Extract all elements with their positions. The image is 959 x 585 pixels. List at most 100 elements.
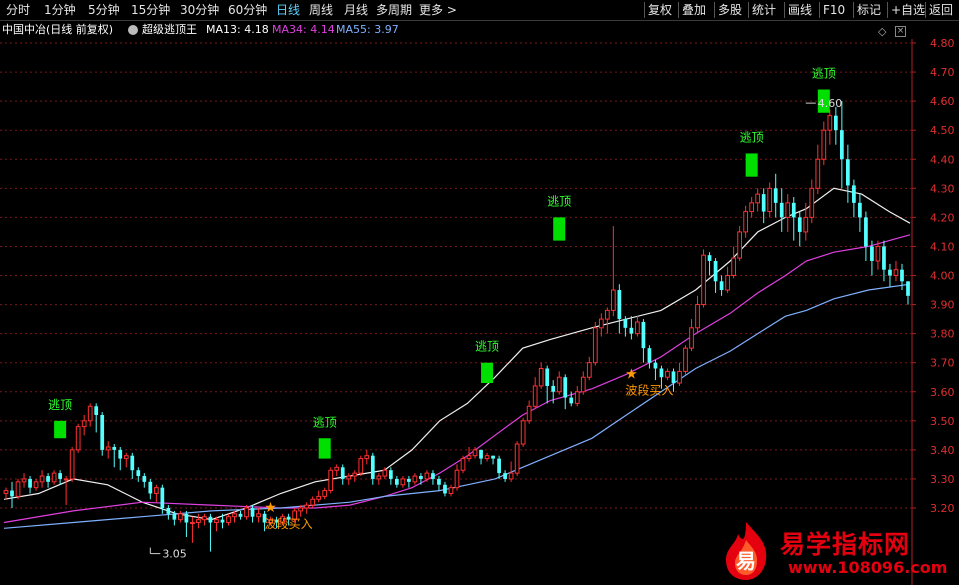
toolbar-action-3[interactable]: 统计: [752, 2, 776, 18]
candle-body: [761, 194, 766, 212]
toolbar-separator: [784, 2, 785, 18]
escape-top-label: 逃顶: [475, 340, 499, 354]
candle-body: [322, 490, 328, 497]
candle: [888, 263, 892, 288]
toolbar-tab-9[interactable]: 多周期: [376, 2, 412, 18]
candle-body: [75, 426, 81, 451]
candle: [153, 484, 159, 503]
ma55-readout: MA55: 3.97: [336, 23, 399, 36]
candle: [641, 319, 646, 363]
toolbar-tab-2[interactable]: 5分钟: [88, 2, 120, 18]
candle: [864, 211, 868, 261]
candle-body: [3, 490, 9, 494]
candle: [256, 508, 261, 523]
candle: [852, 179, 856, 218]
toolbar-tab-7[interactable]: 周线: [309, 2, 333, 18]
candle-body: [69, 449, 75, 480]
escape-top-label: 逃顶: [313, 415, 337, 429]
y-tick-label: 3.50: [930, 415, 955, 428]
candle-body: [123, 455, 129, 460]
y-tick-label: 3.30: [930, 473, 955, 486]
candle-body: [508, 472, 514, 480]
y-tick-label: 3.80: [930, 328, 955, 341]
toolbar-action-0[interactable]: 复权: [648, 2, 672, 18]
candle: [556, 371, 562, 395]
candle-body: [864, 217, 868, 247]
candle-body: [58, 473, 62, 479]
candle: [893, 260, 899, 282]
toolbar-tab-10[interactable]: 更多 >: [419, 2, 457, 18]
candle: [112, 444, 117, 468]
candle: [761, 188, 766, 224]
close-icon[interactable]: ×: [895, 26, 906, 37]
candle-body: [737, 231, 742, 259]
candle-body: [906, 281, 910, 296]
toolbar-tab-5[interactable]: 60分钟: [228, 2, 267, 18]
candle: [15, 478, 21, 500]
candle-body: [875, 245, 881, 262]
candle: [586, 356, 592, 381]
y-tick-label: 4.80: [930, 39, 955, 50]
toolbar-tab-3[interactable]: 15分钟: [131, 2, 170, 18]
toolbar-tab-1[interactable]: 1分钟: [44, 2, 76, 18]
candle: [791, 197, 796, 241]
candle: [3, 487, 9, 500]
candle: [100, 412, 105, 456]
candle: [647, 345, 652, 369]
candle-body: [118, 449, 123, 459]
toolbar-action-5[interactable]: F10: [823, 2, 845, 18]
candle-body: [340, 467, 345, 479]
toolbar-action-4[interactable]: 画线: [788, 2, 812, 18]
candle-body: [713, 260, 718, 282]
candle: [858, 194, 862, 232]
toolbar-action-8[interactable]: 返回: [929, 2, 953, 18]
candle-body: [443, 484, 447, 494]
candle-body: [604, 309, 610, 320]
candle-body: [526, 405, 532, 422]
toolbar-tab-6[interactable]: 日线: [276, 2, 300, 18]
candle-body: [809, 187, 815, 218]
candle-body: [791, 202, 796, 218]
candle-body: [419, 476, 423, 479]
candle: [725, 266, 730, 293]
candle-body: [635, 321, 640, 335]
buy-signal-label: 波段买入: [625, 382, 673, 397]
candle: [497, 455, 501, 479]
toolbar-action-1[interactable]: 叠加: [682, 2, 706, 18]
candle-body: [238, 513, 243, 517]
candle-body: [749, 202, 755, 213]
candle-body: [563, 377, 568, 398]
candle-body: [900, 269, 904, 282]
candle-body: [395, 478, 399, 485]
candle-body: [653, 362, 658, 369]
candle: [123, 452, 129, 468]
candle: [617, 284, 622, 334]
candle: [69, 446, 75, 482]
buy-star-icon: ★: [264, 500, 277, 516]
toolbar-tab-8[interactable]: 月线: [344, 2, 368, 18]
candle: [689, 319, 694, 352]
candle: [33, 478, 39, 491]
price-chart[interactable]: 4.80 4.70 4.60 4.50 4.40 4.30 4.20 4.10 4.00 3.90…: [0, 39, 959, 585]
toolbar-tab-4[interactable]: 30分钟: [180, 2, 219, 18]
candle-body: [81, 420, 87, 428]
candle: [328, 467, 334, 494]
candle-body: [731, 257, 736, 276]
indicator-name[interactable]: 超级逃顶王: [142, 21, 197, 39]
candle-body: [852, 185, 856, 203]
toolbar-action-7[interactable]: +自选: [891, 2, 925, 18]
candle: [839, 101, 844, 189]
diamond-icon[interactable]: ◇: [878, 25, 886, 38]
candle: [598, 313, 604, 337]
watermark-title: 易学指标网: [780, 530, 911, 559]
candle: [395, 476, 399, 488]
candle: [809, 179, 815, 224]
settings-icon[interactable]: [128, 25, 138, 35]
candle: [196, 513, 201, 529]
toolbar-action-6[interactable]: 标记: [857, 2, 881, 18]
candle: [322, 487, 328, 500]
toolbar-action-2[interactable]: 多股: [718, 2, 742, 18]
toolbar-tab-0[interactable]: 分时: [6, 2, 30, 18]
escape-top-label: 逃顶: [547, 194, 571, 208]
candle: [443, 481, 447, 497]
